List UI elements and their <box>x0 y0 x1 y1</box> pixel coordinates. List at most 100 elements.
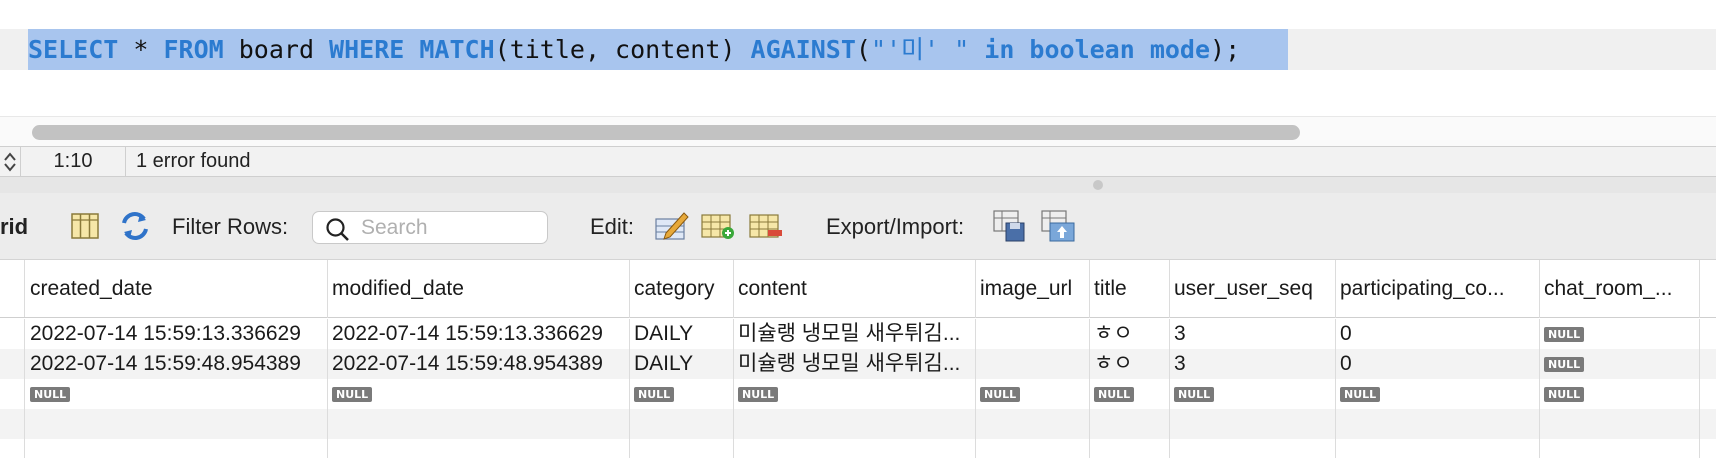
table-cell[interactable]: 2022-07-14 15:59:48.954389 <box>26 349 328 379</box>
table-cell[interactable]: DAILY <box>630 319 734 349</box>
sql-editor[interactable]: SELECT * FROM board WHERE MATCH(title, c… <box>0 0 1716 146</box>
null-badge: NULL <box>1544 327 1585 342</box>
table-cell[interactable] <box>26 409 328 439</box>
result-toolbar: rid Filter Rows: Edit: <box>0 193 1716 260</box>
row-selector[interactable] <box>0 319 25 349</box>
table-cell[interactable] <box>1090 439 1170 458</box>
table-cell[interactable] <box>1336 439 1540 458</box>
table-cell[interactable] <box>630 409 734 439</box>
table-cell[interactable]: NULL <box>328 379 630 409</box>
sql-token: WHERE <box>329 35 405 64</box>
scrollbar-thumb[interactable] <box>32 125 1300 140</box>
table-row[interactable]: 2022-07-14 15:59:13.336629 2022-07-14 15:… <box>0 319 1716 349</box>
null-badge: NULL <box>1340 387 1381 402</box>
table-cell[interactable] <box>1170 409 1336 439</box>
stepper-icon[interactable] <box>0 150 20 174</box>
current-line: SELECT * FROM board WHERE MATCH(title, c… <box>0 29 1716 70</box>
result-grid[interactable]: created_date modified_date category content… <box>0 260 1716 458</box>
table-row[interactable]: NULL NULL NULL NULL NULL NULL NULL NULL NULL <box>0 379 1716 409</box>
grid-header: created_date modified_date category content… <box>0 260 1716 318</box>
sql-token: "'미' " <box>870 35 970 64</box>
table-cell[interactable]: ㅎㅇ <box>1090 319 1170 349</box>
table-cell[interactable]: NULL <box>26 379 328 409</box>
pane-splitter[interactable] <box>0 177 1716 193</box>
table-cell[interactable]: 미슐랭 냉모밀 새우튀김... <box>734 349 976 379</box>
search-input[interactable] <box>361 215 541 241</box>
table-cell[interactable]: ㅎㅇ <box>1090 349 1170 379</box>
column-header[interactable]: user_user_seq <box>1170 260 1336 318</box>
table-cell[interactable]: NULL <box>1090 379 1170 409</box>
sql-token: (title, content) <box>494 35 751 64</box>
table-cell[interactable] <box>1170 439 1336 458</box>
table-cell[interactable]: NULL <box>734 379 976 409</box>
table-cell[interactable] <box>976 409 1090 439</box>
table-cell[interactable]: 미슐랭 냉모밀 새우튀김... <box>734 319 976 349</box>
table-cell[interactable] <box>1540 439 1700 458</box>
table-cell[interactable]: NULL <box>1540 379 1700 409</box>
filter-search-box[interactable] <box>312 211 548 244</box>
row-selector[interactable] <box>0 439 25 458</box>
table-cell[interactable]: NULL <box>1540 319 1700 349</box>
column-header[interactable]: category <box>630 260 734 318</box>
table-cell[interactable]: NULL <box>1336 379 1540 409</box>
export-icon[interactable] <box>992 209 1026 243</box>
refresh-icon[interactable] <box>118 209 152 243</box>
row-selector[interactable] <box>0 349 25 379</box>
table-cell[interactable]: NULL <box>976 379 1090 409</box>
null-badge: NULL <box>30 387 71 402</box>
table-cell[interactable] <box>1336 409 1540 439</box>
table-cell[interactable]: 2022-07-14 15:59:48.954389 <box>328 349 630 379</box>
export-import-label: Export/Import: <box>826 214 965 239</box>
table-row[interactable] <box>0 409 1716 439</box>
splitter-handle[interactable] <box>1093 180 1103 190</box>
table-cell[interactable] <box>734 439 976 458</box>
row-selector[interactable] <box>0 409 25 439</box>
table-cell[interactable] <box>26 439 328 458</box>
column-header[interactable]: modified_date <box>328 260 630 318</box>
sql-token: AGAINST <box>750 35 856 64</box>
table-cell[interactable] <box>1540 409 1700 439</box>
editor-status-bar: 1:10 1 error found <box>0 146 1716 177</box>
sql-token: board <box>223 35 330 64</box>
table-cell[interactable]: 0 <box>1336 349 1540 379</box>
table-cell[interactable]: NULL <box>630 379 734 409</box>
column-header[interactable]: participating_co... <box>1336 260 1540 318</box>
table-cell[interactable]: 2022-07-14 15:59:13.336629 <box>328 319 630 349</box>
sql-token: ( <box>855 35 871 64</box>
sql-token: SELECT <box>28 35 119 64</box>
table-row[interactable] <box>0 439 1716 458</box>
sql-query-text[interactable]: SELECT * FROM board WHERE MATCH(title, c… <box>28 32 1240 68</box>
table-cell[interactable]: NULL <box>1540 349 1700 379</box>
column-header[interactable]: title <box>1090 260 1170 318</box>
table-row[interactable]: 2022-07-14 15:59:48.954389 2022-07-14 15:… <box>0 349 1716 379</box>
columns-icon[interactable] <box>68 209 102 243</box>
null-badge: NULL <box>1174 387 1215 402</box>
table-cell[interactable]: DAILY <box>630 349 734 379</box>
search-icon <box>326 218 349 241</box>
table-cell[interactable] <box>630 439 734 458</box>
table-cell[interactable]: 3 <box>1170 319 1336 349</box>
edit-row-icon[interactable] <box>654 209 689 243</box>
table-cell[interactable]: 3 <box>1170 349 1336 379</box>
column-header[interactable]: created_date <box>26 260 328 318</box>
table-cell[interactable] <box>328 409 630 439</box>
table-cell[interactable]: 0 <box>1336 319 1540 349</box>
import-icon[interactable] <box>1040 209 1075 243</box>
table-cell[interactable]: 2022-07-14 15:59:13.336629 <box>26 319 328 349</box>
table-cell[interactable] <box>1090 409 1170 439</box>
table-cell[interactable] <box>976 439 1090 458</box>
delete-row-icon[interactable] <box>748 209 782 243</box>
table-cell[interactable] <box>734 409 976 439</box>
column-header[interactable]: image_url <box>976 260 1090 318</box>
table-cell[interactable]: NULL <box>1170 379 1336 409</box>
column-header[interactable]: chat_room_... <box>1540 260 1700 318</box>
add-row-icon[interactable] <box>700 209 734 243</box>
table-cell[interactable] <box>328 439 630 458</box>
horizontal-scrollbar[interactable] <box>0 116 1716 146</box>
null-badge: NULL <box>1544 357 1585 372</box>
column-header[interactable]: content <box>734 260 976 318</box>
row-selector[interactable] <box>0 379 25 409</box>
table-cell[interactable] <box>976 319 1090 349</box>
table-cell[interactable] <box>976 349 1090 379</box>
